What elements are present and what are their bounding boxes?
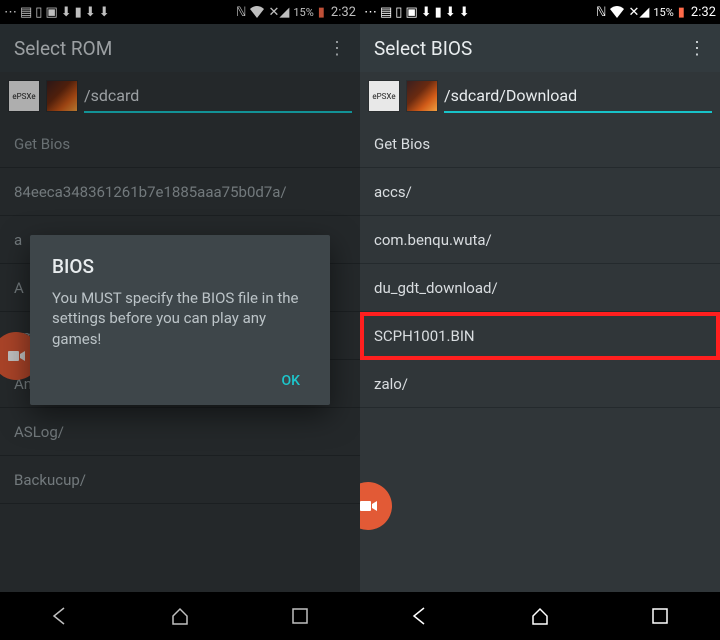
recents-icon[interactable] xyxy=(649,605,671,627)
path-row: ePSXe /sdcard/Download xyxy=(360,72,720,120)
path-input[interactable]: /sdcard/Download xyxy=(444,86,712,113)
dialog-ok-button[interactable]: OK xyxy=(274,367,309,395)
list-item[interactable]: zalo/ xyxy=(360,360,720,408)
back-icon[interactable] xyxy=(409,605,431,627)
battery-icon: ▮ xyxy=(678,6,685,19)
no-signal-icon: ✕◢ xyxy=(628,6,649,19)
status-bar: ⋯ ▤ ▯ ▣ ⬇ ▮ ⬇ ⬇ ℕ ✕◢ 15% ▮ 2:32 xyxy=(360,0,720,24)
list-item[interactable]: com.benqu.wuta/ xyxy=(360,216,720,264)
app-bar: Select BIOS ⋮ xyxy=(360,24,720,72)
wifi-icon xyxy=(610,6,624,18)
clock: 2:32 xyxy=(691,5,716,20)
storage-icon: ▤ xyxy=(380,6,392,19)
image-icon: ▣ xyxy=(405,6,417,19)
list-item-highlighted[interactable]: SCPH1001.BIN xyxy=(360,312,720,360)
dialog-body: You MUST specify the BIOS file in the se… xyxy=(52,288,308,349)
battery-save-icon: ▯ xyxy=(395,6,402,19)
page-title: Select BIOS xyxy=(374,37,472,60)
thumbnail-b[interactable] xyxy=(406,80,438,112)
home-icon[interactable] xyxy=(529,605,551,627)
nfc-icon: ℕ xyxy=(596,6,606,19)
list-header[interactable]: Get Bios xyxy=(360,120,720,168)
phone-left: ⋯ ▤ ▯ ▣ ⬇ ▮ ⬇ ⬇ ℕ ✕◢ 15% ▮ 2:32 Selec xyxy=(0,0,360,640)
list-item-empty xyxy=(360,456,720,504)
phone-right: ⋯ ▤ ▯ ▣ ⬇ ▮ ⬇ ⬇ ℕ ✕◢ 15% ▮ 2:32 Selec xyxy=(360,0,720,640)
battery-text: 15% xyxy=(653,6,673,19)
bios-dialog: BIOS You MUST specify the BIOS file in t… xyxy=(30,235,330,405)
video-icon: ▮ xyxy=(435,6,442,19)
thumbnail-a[interactable]: ePSXe xyxy=(368,80,400,112)
list-item[interactable]: du_gdt_download/ xyxy=(360,264,720,312)
dialog-title: BIOS xyxy=(52,255,308,278)
nav-bar xyxy=(360,592,720,640)
download-icon: ⬇ xyxy=(445,6,456,19)
file-list: Get Bios accs/ com.benqu.wuta/ du_gdt_do… xyxy=(360,120,720,592)
dialog-backdrop: BIOS You MUST specify the BIOS file in t… xyxy=(0,0,360,640)
list-item[interactable]: accs/ xyxy=(360,168,720,216)
more-icon: ⋯ xyxy=(364,6,377,19)
download-icon: ⬇ xyxy=(459,6,470,19)
download-icon: ⬇ xyxy=(421,6,432,19)
overflow-menu-icon[interactable]: ⋮ xyxy=(688,38,706,59)
list-item-empty xyxy=(360,408,720,456)
